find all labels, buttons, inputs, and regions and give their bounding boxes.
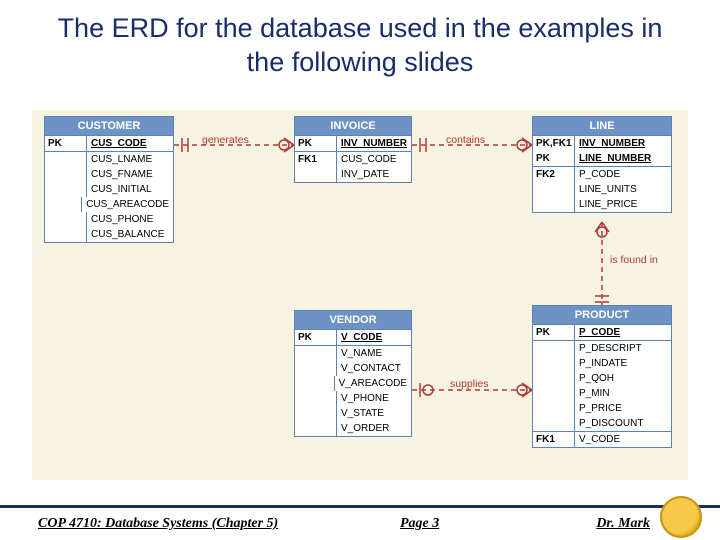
key-label: PK: [533, 325, 575, 340]
footer-page: Page 3: [400, 516, 439, 532]
key-label: [533, 182, 575, 197]
pk-attr: V_CODE: [337, 330, 411, 345]
attr: P_QOH: [575, 371, 671, 386]
attr: P_DISCOUNT: [575, 416, 671, 431]
footer-left: COP 4710: Database Systems (Chapter 5): [38, 516, 278, 532]
entity-line: LINE PK,FK1INV_NUMBER PKLINE_NUMBER FK2P…: [532, 116, 672, 213]
attr: CUS_CODE: [337, 152, 411, 167]
key-label: PK: [295, 330, 337, 345]
attr: P_INDATE: [575, 356, 671, 371]
rel-supplies: supplies: [450, 378, 489, 390]
key-label: [295, 167, 337, 182]
erd-canvas: CUSTOMER PK CUS_CODE CUS_LNAME CUS_FNAME…: [32, 110, 688, 480]
attr: CUS_INITIAL: [87, 182, 173, 197]
ucf-logo-icon: [660, 496, 702, 538]
attr: LINE_PRICE: [575, 197, 671, 212]
entity-header: INVOICE: [295, 117, 411, 136]
key-label: PK,FK1: [533, 136, 575, 151]
pk-attr: INV_NUMBER: [337, 136, 411, 151]
attr: V_STATE: [337, 406, 411, 421]
pk-attr: CUS_CODE: [87, 136, 173, 151]
attr: INV_DATE: [337, 167, 411, 182]
entity-invoice: INVOICE PK INV_NUMBER FK1CUS_CODE INV_DA…: [294, 116, 412, 183]
attr: CUS_BALANCE: [87, 227, 173, 242]
footer-divider: [0, 505, 720, 508]
entity-header: VENDOR: [295, 311, 411, 330]
pk-attr: LINE_NUMBER: [575, 151, 671, 166]
entity-product: PRODUCT PK P_CODE P_DESCRIPT P_INDATE P_…: [532, 305, 672, 448]
pk-attr: INV_NUMBER: [575, 136, 671, 151]
key-label: FK2: [533, 167, 575, 182]
attr: V_NAME: [337, 346, 411, 361]
key-label: FK1: [295, 152, 337, 167]
pk-attr: P_CODE: [575, 325, 671, 340]
attr: CUS_LNAME: [87, 152, 173, 167]
entity-vendor: VENDOR PK V_CODE V_NAME V_CONTACT V_AREA…: [294, 310, 412, 437]
key-label: PK: [45, 136, 87, 151]
attr: V_AREACODE: [335, 376, 411, 391]
attr: CUS_PHONE: [87, 212, 173, 227]
attr: P_CODE: [575, 167, 671, 182]
attr: CUS_FNAME: [87, 167, 173, 182]
entity-customer: CUSTOMER PK CUS_CODE CUS_LNAME CUS_FNAME…: [44, 116, 174, 243]
attr: P_PRICE: [575, 401, 671, 416]
key-label: PK: [295, 136, 337, 151]
key-label: [533, 197, 575, 212]
attr: V_CONTACT: [337, 361, 411, 376]
attr: CUS_AREACODE: [82, 197, 173, 212]
slide: The ERD for the database used in the exa…: [0, 0, 720, 540]
key-label: FK1: [533, 432, 575, 447]
footer-right: Dr. Mark: [596, 516, 650, 532]
attr: V_PHONE: [337, 391, 411, 406]
attr: V_CODE: [575, 432, 671, 447]
rel-contains: contains: [446, 134, 485, 146]
entity-header: LINE: [533, 117, 671, 136]
attr: P_DESCRIPT: [575, 341, 671, 356]
slide-title: The ERD for the database used in the exa…: [0, 0, 720, 88]
footer: COP 4710: Database Systems (Chapter 5) P…: [0, 480, 720, 540]
attr: LINE_UNITS: [575, 182, 671, 197]
attr: P_MIN: [575, 386, 671, 401]
rel-is-found-in: is found in: [610, 254, 658, 266]
key-label: PK: [533, 151, 575, 166]
entity-header: CUSTOMER: [45, 117, 173, 136]
attr: V_ORDER: [337, 421, 411, 436]
rel-generates: generates: [202, 134, 249, 146]
entity-header: PRODUCT: [533, 306, 671, 325]
